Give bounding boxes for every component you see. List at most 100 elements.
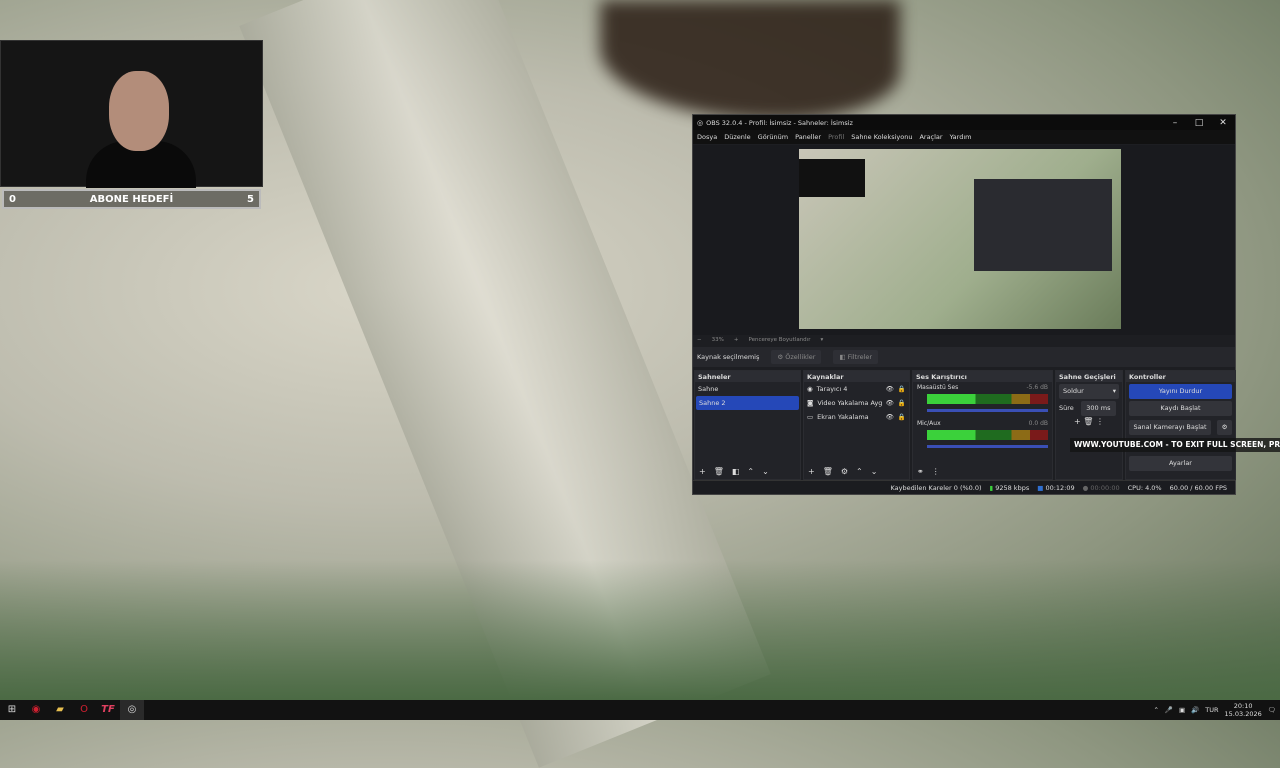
transition-select[interactable]: Soldur ▾ bbox=[1059, 384, 1119, 399]
sources-dock: Kaynaklar ◉ Tarayıcı 4 👁 🔒 ◙ Video Yakalama … bbox=[803, 370, 910, 480]
filters-label: Filtreler bbox=[847, 353, 873, 361]
volume-slider[interactable] bbox=[927, 445, 1048, 448]
monitor-icon: ▭ bbox=[807, 413, 814, 421]
volume-meter bbox=[927, 394, 1048, 404]
down-icon[interactable]: ⌄ bbox=[871, 467, 878, 476]
scene-label: Sahne bbox=[698, 385, 719, 393]
add-icon[interactable]: + bbox=[699, 467, 706, 476]
eye-icon[interactable]: 👁 bbox=[886, 413, 894, 421]
scenes-title: Sahneler bbox=[695, 371, 800, 382]
filters-button[interactable]: ◧ Filtreler bbox=[833, 350, 879, 364]
eye-icon[interactable]: 👁 bbox=[886, 399, 894, 407]
start-virtual-camera-button[interactable]: Sanal Kamerayı Başlat bbox=[1129, 420, 1211, 435]
volume-slider[interactable] bbox=[927, 409, 1048, 412]
minimize-button[interactable]: – bbox=[1163, 118, 1187, 128]
preview-canvas[interactable] bbox=[693, 145, 1235, 335]
add-icon[interactable]: + bbox=[808, 467, 815, 476]
menu-scene-collection[interactable]: Sahne Koleksiyonu bbox=[851, 133, 912, 141]
start-recording-button[interactable]: Kaydı Başlat bbox=[1129, 401, 1232, 416]
scene-item-selected[interactable]: Sahne 2 bbox=[696, 396, 799, 410]
lock-icon[interactable]: 🔒 bbox=[898, 385, 906, 393]
trash-icon[interactable]: 🗑 bbox=[823, 467, 833, 476]
tf-app-icon[interactable]: TF bbox=[96, 700, 120, 720]
scene-label: Sahne 2 bbox=[699, 399, 726, 407]
goal-target: 5 bbox=[247, 193, 254, 205]
trash-icon[interactable]: 🗑 bbox=[1083, 417, 1096, 426]
settings-button[interactable]: Ayarlar bbox=[1129, 456, 1232, 471]
app-red-icon[interactable]: ◉ bbox=[24, 700, 48, 720]
title-bar: ◎ OBS 32.0.4 - Profil: İsimsiz - Sahnele… bbox=[693, 115, 1235, 130]
obs-taskbar-icon[interactable]: ◎ bbox=[120, 700, 144, 720]
add-icon[interactable]: + bbox=[1074, 417, 1083, 426]
clock[interactable]: 20:10 15.03.2026 bbox=[1225, 702, 1262, 718]
microphone-icon[interactable]: 🎤 bbox=[1165, 706, 1173, 714]
notification-icon[interactable]: 🗨 bbox=[1268, 706, 1276, 714]
duration-label: Süre bbox=[1059, 404, 1074, 412]
file-explorer-icon[interactable]: ▰ bbox=[48, 700, 72, 720]
channel-header: Mic/Aux 0.0 dB bbox=[913, 412, 1052, 429]
zoom-out-button[interactable]: − bbox=[697, 337, 702, 343]
trash-icon[interactable]: 🗑 bbox=[714, 467, 724, 476]
stop-streaming-button[interactable]: Yayını Durdur bbox=[1129, 384, 1232, 399]
menu-bar: Dosya Düzenle Görünüm Paneller Profil Sa… bbox=[693, 130, 1235, 144]
filter-icon[interactable]: ◧ bbox=[732, 467, 740, 476]
gear-icon[interactable]: ⚙ bbox=[841, 467, 848, 476]
duration-row: Süre 300 ms bbox=[1056, 400, 1122, 416]
chevron-up-icon[interactable]: ⌃ bbox=[1153, 706, 1158, 714]
zoom-level: 33% bbox=[711, 337, 724, 343]
source-item[interactable]: ◙ Video Yakalama Aygıtı 👁 🔒 bbox=[804, 396, 909, 410]
zoom-bar: − 33% + Pencereye Boyutlandır ▾ bbox=[693, 335, 1235, 345]
window-title: OBS 32.0.4 - Profil: İsimsiz - Sahneler:… bbox=[706, 118, 853, 127]
stream-time-value: 00:12:09 bbox=[1045, 483, 1075, 492]
fit-to-window[interactable]: Pencereye Boyutlandır bbox=[748, 337, 810, 343]
up-icon[interactable]: ⌃ bbox=[747, 467, 754, 476]
chevron-down-icon[interactable]: ▾ bbox=[820, 337, 823, 343]
channel-db: -5.6 dB bbox=[1026, 384, 1048, 391]
duration-input[interactable]: 300 ms bbox=[1080, 400, 1116, 416]
down-icon[interactable]: ⌄ bbox=[762, 467, 769, 476]
zoom-in-button[interactable]: + bbox=[734, 337, 739, 343]
windows-start-icon[interactable]: ⊞ bbox=[0, 700, 24, 720]
channel-header: Masaüstü Ses -5.6 dB bbox=[913, 382, 1052, 393]
sources-title: Kaynaklar bbox=[804, 371, 909, 382]
menu-edit[interactable]: Düzenle bbox=[724, 133, 750, 141]
close-button[interactable]: ✕ bbox=[1211, 118, 1235, 128]
menu-help[interactable]: Yardım bbox=[950, 133, 972, 141]
bitrate: ▮ 9258 kbps bbox=[990, 484, 1030, 492]
goal-current: 0 bbox=[9, 193, 16, 205]
status-bar: Kaybedilen Kareler 0 (%0.0) ▮ 9258 kbps … bbox=[693, 480, 1235, 494]
fullscreen-notice: WWW.YOUTUBE.COM - TO EXIT FULL SCREEN, P… bbox=[1070, 438, 1280, 452]
menu-profile[interactable]: Profil bbox=[828, 133, 844, 141]
signal-icon: ▮ bbox=[989, 483, 994, 492]
source-item[interactable]: ▭ Ekran Yakalama 👁 🔒 bbox=[804, 410, 909, 424]
goal-label: ABONE HEDEFİ bbox=[89, 193, 174, 205]
lock-icon[interactable]: 🔒 bbox=[898, 399, 906, 407]
eye-icon[interactable]: 👁 bbox=[886, 385, 894, 393]
maximize-button[interactable]: □ bbox=[1187, 118, 1211, 128]
audio-mixer-dock: Ses Karıştırıcı Masaüstü Ses -5.6 dB Mic/… bbox=[912, 370, 1053, 480]
filter-icon: ◧ bbox=[839, 353, 846, 361]
menu-view[interactable]: Görünüm bbox=[758, 133, 788, 141]
gear-icon[interactable]: ⚙ bbox=[1217, 420, 1232, 435]
source-label: Tarayıcı 4 bbox=[816, 385, 848, 393]
menu-file[interactable]: Dosya bbox=[697, 133, 717, 141]
lock-icon[interactable]: 🔒 bbox=[898, 413, 906, 421]
menu-docks[interactable]: Paneller bbox=[795, 133, 821, 141]
up-icon[interactable]: ⌃ bbox=[856, 467, 863, 476]
record-time: ● 00:00:00 bbox=[1082, 483, 1120, 492]
taskbar: ⊞ ◉ ▰ O TF ◎ ⌃ 🎤 ▣ 🔊 TUR 20:10 15.03.2026… bbox=[0, 700, 1280, 720]
source-item[interactable]: ◉ Tarayıcı 4 👁 🔒 bbox=[804, 382, 909, 396]
advanced-audio-icon[interactable]: ⚭ bbox=[917, 467, 924, 476]
scene-item[interactable]: Sahne bbox=[695, 382, 800, 396]
properties-button[interactable]: ⚙ Özellikler bbox=[771, 350, 822, 364]
opera-icon[interactable]: O bbox=[72, 700, 96, 720]
speaker-icon[interactable]: 🔊 bbox=[1191, 706, 1199, 714]
more-icon[interactable]: ⋮ bbox=[932, 467, 940, 476]
scenes-dock: Sahneler Sahne Sahne 2 + 🗑 ◧ ⌃ ⌄ bbox=[694, 370, 801, 480]
channel-name: Masaüstü Ses bbox=[917, 384, 959, 391]
network-icon[interactable]: ▣ bbox=[1179, 706, 1185, 714]
menu-tools[interactable]: Araçlar bbox=[919, 133, 942, 141]
language-indicator[interactable]: TUR bbox=[1205, 706, 1218, 714]
more-icon[interactable]: ⋮ bbox=[1096, 417, 1104, 426]
cpu-usage: CPU: 4.0% bbox=[1127, 483, 1162, 492]
